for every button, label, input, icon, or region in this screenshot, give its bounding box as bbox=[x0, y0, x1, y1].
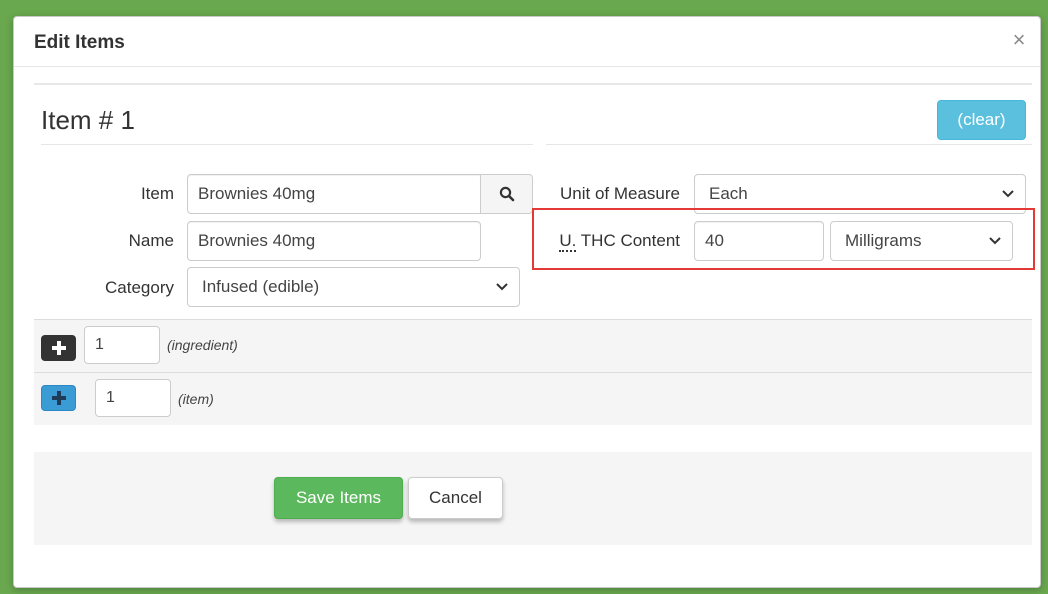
dialog-header: Edit Items × bbox=[14, 17, 1040, 67]
item-label: Item bbox=[140, 184, 174, 203]
close-icon[interactable]: × bbox=[1008, 28, 1030, 52]
add-item-button[interactable] bbox=[41, 385, 76, 411]
item-hint: (item) bbox=[178, 391, 214, 407]
dialog-footer bbox=[34, 452, 1032, 545]
plus-icon bbox=[51, 391, 66, 405]
unit-of-measure-value: Each bbox=[709, 184, 748, 203]
heading-divider-left bbox=[41, 144, 533, 145]
item-heading: Item # 1 bbox=[41, 105, 135, 135]
name-label: Name bbox=[128, 231, 174, 250]
unit-of-measure-select[interactable]: Each bbox=[694, 174, 1026, 214]
thc-unit-value: Milligrams bbox=[845, 231, 922, 250]
chevron-down-icon bbox=[988, 222, 1002, 260]
chevron-down-icon bbox=[495, 268, 509, 306]
name-input[interactable]: Brownies 40mg bbox=[187, 221, 481, 261]
thc-content-abbr: U. bbox=[559, 231, 577, 252]
clear-button[interactable]: (clear) bbox=[937, 100, 1026, 140]
plus-icon bbox=[51, 341, 66, 355]
heading-divider-right bbox=[546, 144, 1032, 145]
unit-of-measure-label: Unit of Measure bbox=[560, 184, 680, 203]
save-items-button[interactable]: Save Items bbox=[274, 477, 403, 519]
item-input[interactable]: Brownies 40mg bbox=[187, 174, 481, 214]
edit-items-dialog: Edit Items × Item # 1 (clear) Item Brown… bbox=[13, 16, 1041, 588]
category-select-value: Infused (edible) bbox=[202, 277, 320, 296]
search-icon bbox=[499, 186, 514, 202]
thc-unit-select[interactable]: Milligrams bbox=[830, 221, 1013, 261]
dialog-title: Edit Items bbox=[34, 32, 125, 53]
ingredient-count-input[interactable]: 1 bbox=[84, 326, 160, 364]
category-select[interactable]: Infused (edible) bbox=[187, 267, 520, 307]
thc-content-label: U. THC Content bbox=[534, 231, 680, 252]
item-search-button[interactable] bbox=[480, 174, 533, 214]
category-label: Category bbox=[105, 278, 174, 297]
chevron-down-icon bbox=[1001, 175, 1015, 213]
add-ingredient-button[interactable] bbox=[41, 335, 76, 361]
cancel-button[interactable]: Cancel bbox=[408, 477, 503, 519]
thc-content-input[interactable]: 40 bbox=[694, 221, 824, 261]
thc-content-label-text: THC Content bbox=[576, 231, 680, 250]
ingredient-hint: (ingredient) bbox=[167, 337, 238, 353]
top-divider bbox=[34, 83, 1032, 85]
item-count-input[interactable]: 1 bbox=[95, 379, 171, 417]
